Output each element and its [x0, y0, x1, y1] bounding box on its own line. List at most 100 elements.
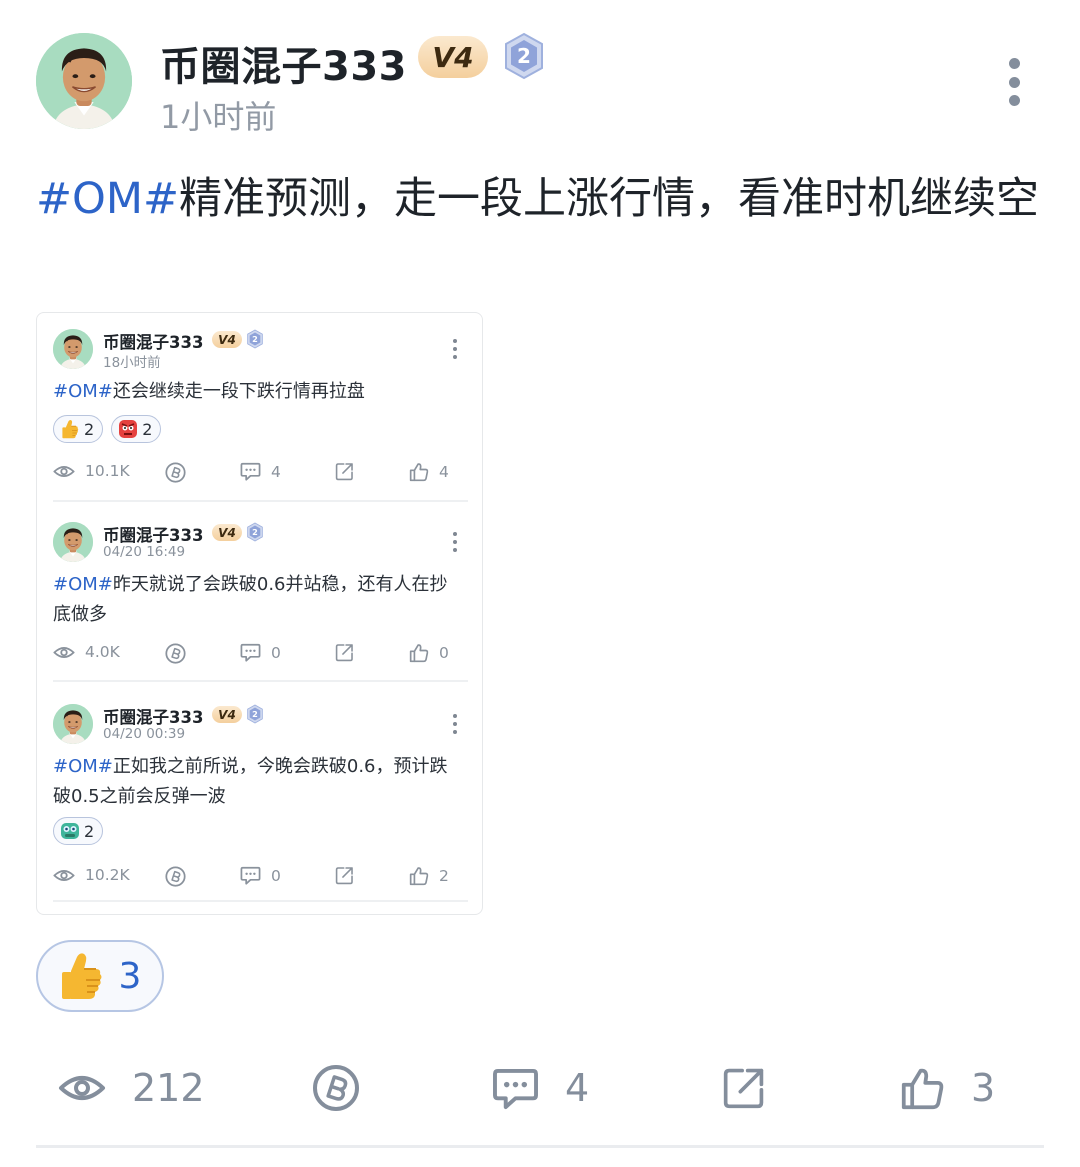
post-time: 18小时前	[103, 355, 161, 371]
views-stat: 10.2K	[53, 866, 130, 884]
like-button[interactable]: 3	[900, 1056, 995, 1120]
reaction-pill: 2	[53, 415, 104, 443]
reaction-pill: 2	[111, 415, 162, 443]
divider	[36, 1145, 1044, 1148]
coin-icon	[312, 1064, 360, 1112]
like-icon	[900, 1066, 945, 1111]
level-badge: 2	[246, 329, 264, 349]
eye-icon	[53, 645, 75, 660]
like-icon	[409, 643, 429, 663]
share-icon	[335, 462, 354, 481]
tip-stat	[165, 866, 186, 887]
likes-stat: 0	[409, 643, 449, 663]
stats-bar: 10.1K 4 4	[53, 462, 463, 486]
coin-icon	[165, 866, 186, 887]
share-icon	[722, 1066, 766, 1110]
reaction-count: 2	[84, 419, 95, 439]
more-options-icon[interactable]	[1004, 58, 1024, 106]
likes-count: 2	[439, 867, 449, 885]
stats-bar: 4.0K 0 0	[53, 643, 463, 667]
likes-stat: 4	[409, 462, 449, 482]
level-badge: 2	[246, 522, 264, 542]
comment-icon	[240, 866, 261, 885]
comment-icon	[240, 643, 261, 662]
reaction-button[interactable]: 3	[36, 940, 164, 1012]
hashtag-link[interactable]: #OM#	[36, 174, 179, 224]
like-icon	[409, 462, 429, 482]
likes-count: 3	[971, 1066, 996, 1110]
share-stat	[335, 462, 354, 481]
comments-count: 4	[271, 462, 281, 481]
share-icon	[335, 643, 354, 662]
post-text: 正如我之前所说，今晚会跌破0.6，预计跌破0.5之前会反弹一波	[53, 756, 448, 807]
vip-badge: V4	[212, 706, 242, 723]
stats-bar: 10.2K 0 2	[53, 866, 463, 890]
post-text: 还会继续走一段下跌行情再拉盘	[112, 381, 365, 402]
hashtag-link: #OM#	[53, 756, 113, 777]
comments-count: 4	[565, 1066, 590, 1110]
vip-badge: V4	[212, 524, 242, 541]
likes-count: 4	[439, 463, 449, 481]
comments-count: 0	[271, 643, 281, 662]
frog-face-icon	[60, 821, 80, 841]
post-time: 04/20 16:49	[103, 544, 186, 560]
comments-stat: 4	[240, 462, 281, 481]
embedded-post: 币圈混子333 V4 2 04/20 00:39 #OM#正如我之前所说，今晚会…	[37, 688, 482, 914]
post-content: #OM#昨天就说了会跌破0.6并站稳，还有人在抄底做多	[53, 570, 463, 630]
coin-icon	[165, 643, 186, 664]
svg-text:2: 2	[517, 44, 531, 68]
level-badge: 2	[246, 704, 264, 724]
tip-stat	[165, 643, 186, 664]
author-name: 币圈混子333	[103, 708, 204, 727]
post-content: #OM#正如我之前所说，今晚会跌破0.6，预计跌破0.5之前会反弹一波	[53, 752, 463, 812]
coin-icon	[165, 462, 186, 483]
share-button[interactable]	[722, 1056, 766, 1120]
more-options-icon	[452, 714, 458, 734]
comment-icon	[240, 462, 261, 481]
angry-face-icon	[118, 419, 138, 439]
eye-icon	[58, 1072, 106, 1104]
divider	[53, 680, 468, 682]
reaction-bar: 2	[53, 817, 104, 845]
author-avatar	[53, 329, 93, 369]
comments-count: 0	[271, 866, 281, 885]
views-stat: 4.0K	[53, 643, 120, 661]
divider	[53, 900, 468, 902]
share-icon	[335, 866, 354, 885]
stats-bar: 212 4 3	[0, 1056, 1080, 1120]
thumbs-up-icon	[59, 951, 103, 1001]
vip-badge: V4	[418, 36, 488, 78]
author-name[interactable]: 币圈混子333	[160, 34, 407, 92]
post-content: #OM#精准预测，走一段上涨行情，看准时机继续空	[36, 162, 1046, 236]
eye-icon	[53, 868, 75, 883]
post-time: 04/20 00:39	[103, 726, 186, 742]
comment-button[interactable]: 4	[492, 1056, 589, 1120]
thumbs-up-icon	[60, 419, 80, 439]
tip-button[interactable]	[312, 1056, 360, 1120]
embedded-post: 币圈混子333 V4 2 04/20 16:49 #OM#昨天就说了会跌破0.6…	[37, 506, 482, 682]
reaction-bar: 2 2	[53, 415, 162, 443]
level-badge: 2	[502, 32, 546, 80]
share-stat	[335, 643, 354, 662]
author-name: 币圈混子333	[103, 526, 204, 545]
post-text: 昨天就说了会跌破0.6并站稳，还有人在抄底做多	[53, 574, 448, 625]
views-count: 10.1K	[85, 462, 130, 480]
views-stat[interactable]: 212	[58, 1056, 205, 1120]
comments-stat: 0	[240, 866, 281, 885]
divider	[53, 500, 468, 502]
hashtag-link: #OM#	[53, 574, 113, 595]
author-avatar	[53, 522, 93, 562]
share-stat	[335, 866, 354, 885]
eye-icon	[53, 464, 75, 479]
reaction-count: 2	[84, 821, 95, 841]
reaction-pill: 2	[53, 817, 104, 845]
post-content: #OM#还会继续走一段下跌行情再拉盘	[53, 377, 463, 407]
author-avatar[interactable]	[36, 33, 132, 129]
svg-text:2: 2	[252, 709, 258, 719]
svg-text:2: 2	[252, 527, 258, 537]
tip-stat	[165, 462, 186, 483]
svg-text:2: 2	[252, 334, 258, 344]
author-avatar	[53, 704, 93, 744]
post-text: 精准预测，走一段上涨行情，看准时机继续空	[179, 174, 1040, 224]
embedded-screenshot[interactable]: 币圈混子333 V4 2 18小时前 #OM#还会继续走一段下跌行情再拉盘 2 …	[36, 312, 483, 915]
